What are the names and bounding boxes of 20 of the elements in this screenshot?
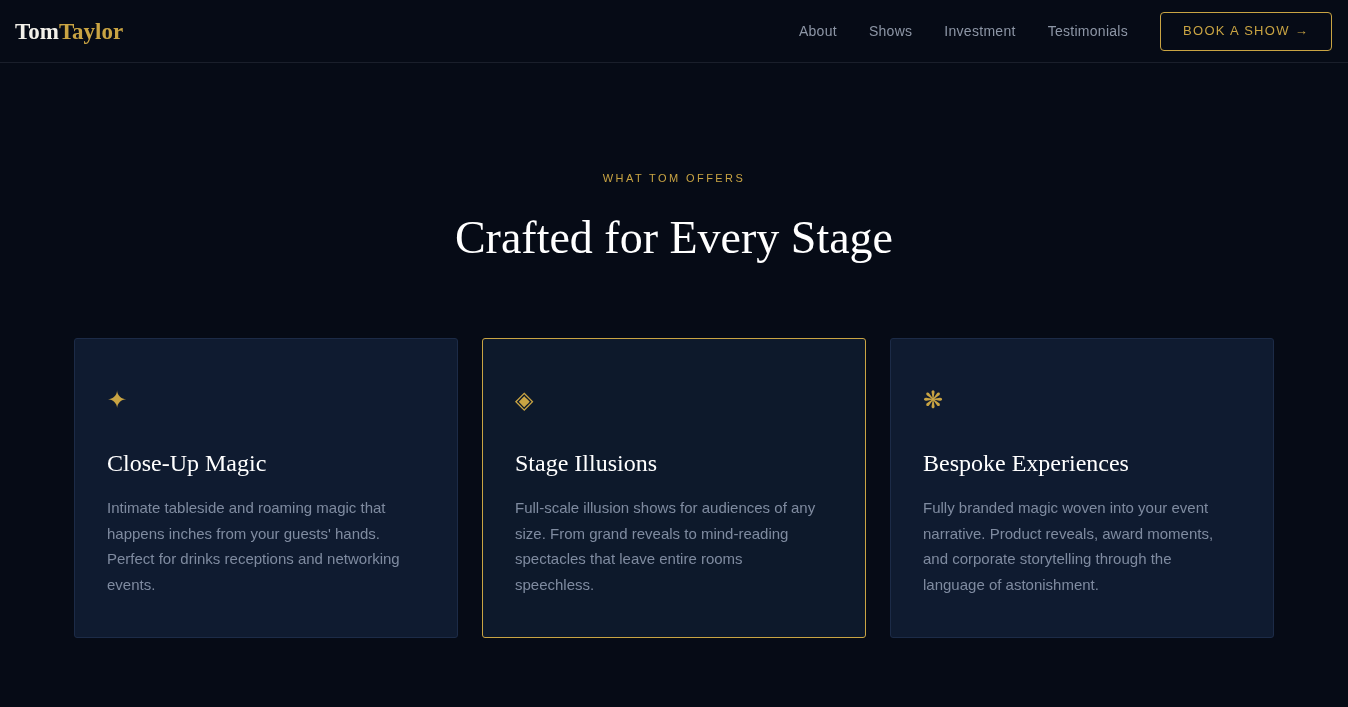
nav-link[interactable]: Investment xyxy=(944,20,1016,42)
service-card[interactable]: ◈ Stage Illusions Full-scale illusion shows for audiences of any size. From grand reveals to mind-reading spectacles that leave entire rooms speechless. xyxy=(482,338,866,638)
flower-icon: ❋ xyxy=(923,381,944,419)
sparkle-icon: ✦ xyxy=(107,381,128,419)
book-show-button[interactable]: BOOK A SHOW → xyxy=(1160,11,1332,51)
section-heading: Crafted for Every Stage xyxy=(454,211,894,265)
nav-link[interactable]: About xyxy=(798,20,837,42)
card-description: Fully branded magic woven into your event narrative. Product reveals, award moments, and corporate storytelling through the language of astonishment. xyxy=(923,498,1215,595)
card-title: Bespoke Experiences xyxy=(923,449,1130,478)
card-description: Full-scale illusion shows for audiences of any size. From grand reveals to mind-reading spectacles that leave entire rooms speechless. xyxy=(515,498,817,595)
section-eyebrow: WHAT TOM OFFERS xyxy=(602,171,746,185)
service-card[interactable]: ✦ Close-Up Magic Intimate tableside and roaming magic that happens inches from your guests' hands. Perfect for drinks receptions and networking events. xyxy=(74,338,458,638)
service-card[interactable]: ❋ Bespoke Experiences Fully branded magic woven into your event narrative. Product reveals, award moments, and corporate storytelling through the language of astonishment. xyxy=(890,338,1274,638)
card-title: Stage Illusions xyxy=(515,449,658,478)
diamond-icon: ◈ xyxy=(515,381,534,419)
card-title: Close-Up Magic xyxy=(107,449,268,478)
card-description: Intimate tableside and roaming magic that happens inches from your guests' hands. Perfect for drinks receptions and networking events. xyxy=(107,498,401,595)
nav-link[interactable]: Shows xyxy=(868,20,913,42)
logo[interactable]: TomTaylor xyxy=(15,19,124,43)
nav-link[interactable]: Testimonials xyxy=(1047,20,1128,42)
